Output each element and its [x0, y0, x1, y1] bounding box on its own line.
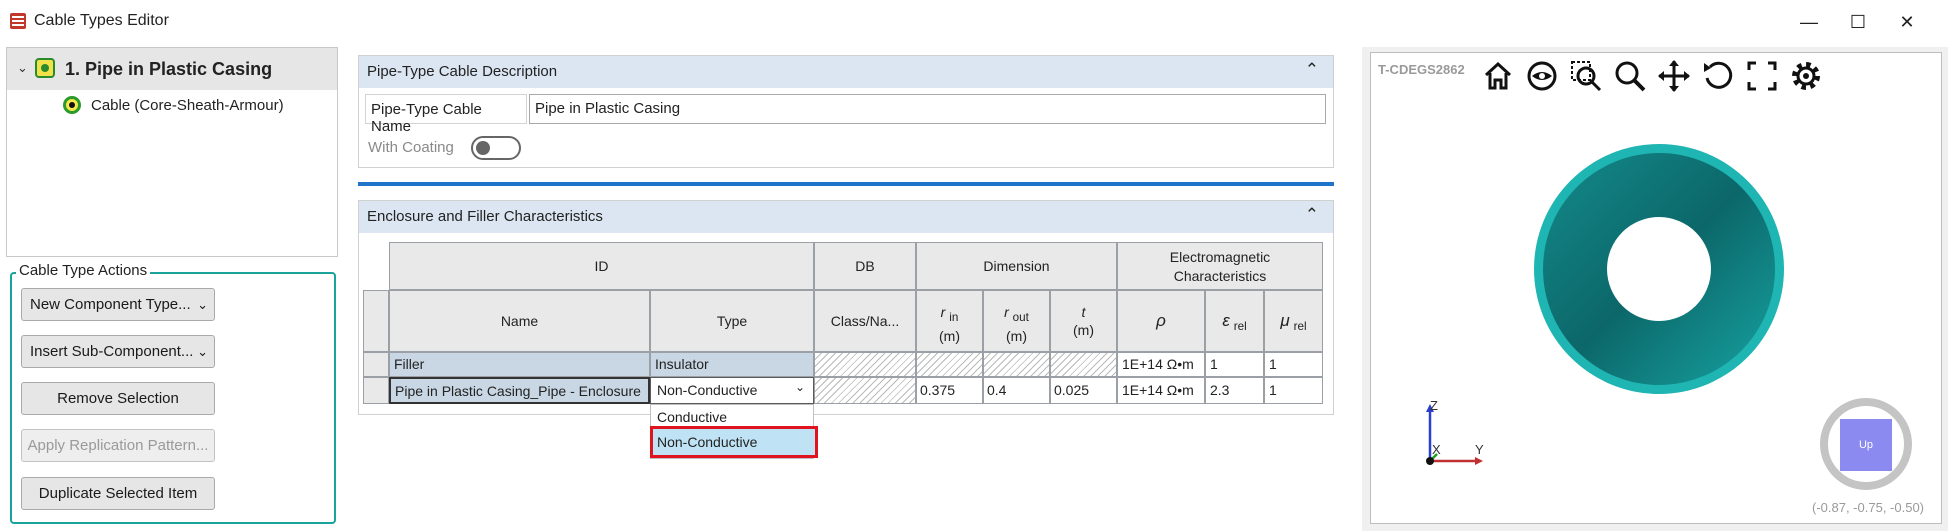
axis-y-label: Y [1475, 442, 1484, 457]
axis-z-label: Z [1430, 398, 1438, 413]
enclosure-header[interactable]: Enclosure and Filler Characteristics ⌃ [359, 201, 1333, 233]
col-name[interactable]: Name [389, 290, 650, 352]
insert-sub-component-label: Insert Sub-Component... [30, 343, 194, 360]
rotate-icon[interactable] [1700, 58, 1736, 94]
pipe-type-name-label: Pipe-Type Cable Name [371, 101, 482, 135]
id-group-header: ID [389, 242, 814, 290]
cable-icon [63, 96, 81, 114]
eye-icon[interactable] [1524, 58, 1560, 94]
em-group-header: Electromagnetic Characteristics [1117, 242, 1323, 290]
tree-item-cable[interactable]: Cable (Core-Sheath-Armour) [91, 97, 284, 114]
col-rho[interactable]: ρ [1117, 290, 1205, 352]
cell-rout[interactable]: 0.4 [983, 377, 1050, 404]
col-eps[interactable]: ε rel [1205, 290, 1264, 352]
chevron-down-icon: ⌄ [197, 297, 208, 312]
apply-replication-pattern-button[interactable]: Apply Replication Pattern... [21, 429, 215, 462]
col-t[interactable]: t (m) [1050, 290, 1117, 352]
axis-triad [1426, 404, 1483, 465]
cell-rin-disabled [916, 352, 983, 377]
dropdown-option-non-conductive[interactable]: Non-Conductive [650, 426, 818, 458]
section-divider [358, 182, 1334, 186]
close-button[interactable]: ✕ [1892, 10, 1922, 34]
cable-cross-section[interactable] [1530, 140, 1788, 398]
col-mu[interactable]: μ rel [1264, 290, 1323, 352]
chevron-down-icon: ⌄ [197, 344, 208, 359]
description-header[interactable]: Pipe-Type Cable Description ⌃ [359, 56, 1333, 88]
dimension-group-header: Dimension [916, 242, 1117, 290]
window-title: Cable Types Editor [34, 12, 169, 29]
actions-legend: Cable Type Actions [16, 262, 151, 279]
cell-t-disabled [1050, 352, 1117, 377]
cable-tree: ⌄ 1. Pipe in Plastic Casing Cable (Core-… [6, 47, 338, 257]
dropdown-option-label: Non-Conductive [657, 434, 758, 450]
name-label-box: Pipe-Type Cable Name [365, 94, 527, 135]
chevron-down-icon[interactable]: ⌄ [17, 60, 28, 76]
pipe-type-description-panel: Pipe-Type Cable Description ⌃ Pipe-Type … [358, 55, 1334, 168]
camera-coordinates: (-0.87, -0.75, -0.50) [1812, 500, 1924, 515]
cell-mu[interactable]: 1 [1264, 352, 1323, 377]
cell-rout-disabled [983, 352, 1050, 377]
description-header-title: Pipe-Type Cable Description [367, 63, 558, 80]
dropdown-option-conductive[interactable]: Conductive [657, 409, 727, 425]
new-component-type-dropdown[interactable]: New Component Type... ⌄ [21, 288, 215, 321]
cell-name[interactable]: Filler [389, 352, 650, 377]
cell-name[interactable]: Pipe in Plastic Casing_Pipe - Enclosure [389, 377, 650, 404]
cell-rin[interactable]: 0.375 [916, 377, 983, 404]
cell-mu[interactable]: 1 [1264, 377, 1323, 404]
cell-class-disabled [814, 377, 916, 404]
zoom-icon[interactable] [1612, 58, 1648, 94]
col-rout[interactable]: r out (m) [983, 290, 1050, 352]
home-icon[interactable] [1480, 58, 1516, 94]
new-component-type-label: New Component Type... [30, 296, 191, 313]
row-header-corner [363, 290, 389, 352]
maximize-button[interactable]: ☐ [1843, 10, 1873, 34]
pipe-bore [1607, 217, 1711, 321]
chevron-up-icon[interactable]: ⌃ [1305, 205, 1319, 225]
cell-eps[interactable]: 1 [1205, 352, 1264, 377]
view-cube-up[interactable]: Up [1840, 419, 1892, 471]
duplicate-selected-item-button[interactable]: Duplicate Selected Item [21, 477, 215, 510]
with-coating-label: With Coating [368, 139, 454, 156]
app-icon [10, 13, 26, 29]
settings-icon[interactable] [1788, 58, 1824, 94]
cell-eps[interactable]: 2.3 [1205, 377, 1264, 404]
chevron-down-icon: ⌄ [794, 380, 805, 394]
col-class[interactable]: Class/Na... [814, 290, 916, 352]
tree-item-root[interactable]: ⌄ 1. Pipe in Plastic Casing [7, 48, 337, 90]
em-header-line1: Electromagnetic [1169, 249, 1271, 265]
pan-icon[interactable] [1656, 58, 1692, 94]
minimize-button[interactable]: — [1794, 10, 1824, 34]
viewer-id-label: T-CDEGS2862 [1378, 62, 1465, 77]
cable-type-icon [35, 58, 55, 78]
col-rin[interactable]: r in (m) [916, 290, 983, 352]
em-header-line2: Characteristics [1173, 268, 1267, 284]
remove-selection-button[interactable]: Remove Selection [21, 382, 215, 415]
db-group-header: DB [814, 242, 916, 290]
zoom-region-icon[interactable] [1568, 58, 1604, 94]
row-header[interactable] [363, 352, 389, 377]
col-type[interactable]: Type [650, 290, 814, 352]
row-header[interactable] [363, 377, 389, 404]
axis-x-label: X [1432, 442, 1441, 457]
cell-rho[interactable]: 1E+14 Ω•m [1117, 352, 1205, 377]
cell-t[interactable]: 0.025 [1050, 377, 1117, 404]
cell-class-disabled [814, 352, 916, 377]
with-coating-toggle[interactable] [471, 136, 521, 160]
title-bar: Cable Types Editor — ☐ ✕ [0, 0, 1948, 43]
enclosure-header-title: Enclosure and Filler Characteristics [367, 208, 603, 225]
cell-rho[interactable]: 1E+14 Ω•m [1117, 377, 1205, 404]
fullscreen-icon[interactable] [1744, 58, 1780, 94]
cell-type[interactable]: Insulator [650, 352, 814, 377]
type-combobox-value: Non-Conductive [657, 382, 758, 398]
chevron-up-icon[interactable]: ⌃ [1305, 60, 1319, 80]
insert-sub-component-dropdown[interactable]: Insert Sub-Component... ⌄ [21, 335, 215, 368]
type-combobox[interactable]: Non-Conductive ⌄ [650, 377, 814, 404]
pipe-type-name-input[interactable]: Pipe in Plastic Casing [529, 94, 1326, 124]
tree-root-label: 1. Pipe in Plastic Casing [65, 59, 273, 79]
